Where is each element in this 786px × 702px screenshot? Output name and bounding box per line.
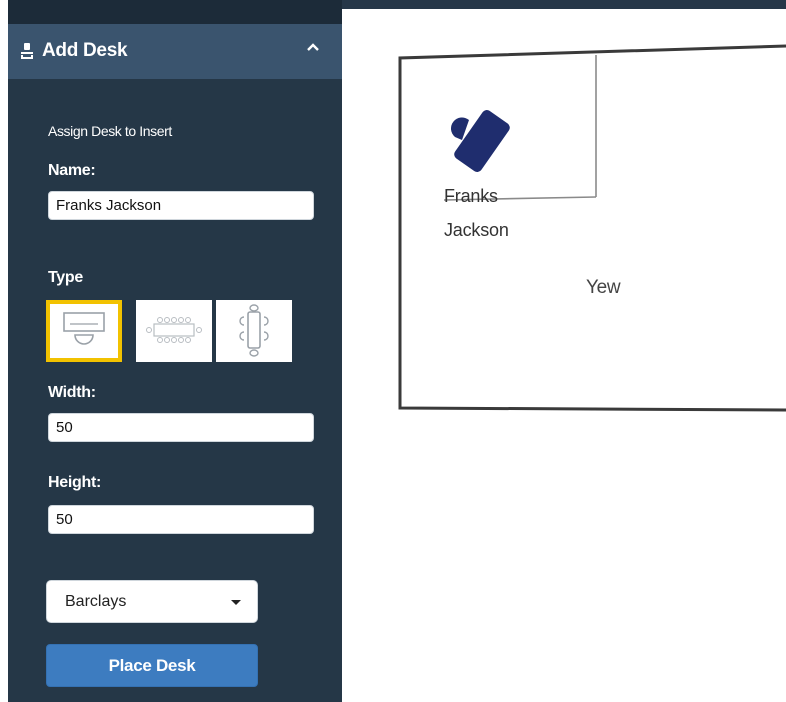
desk-label-line2: Jackson: [444, 220, 509, 240]
floorplan-drawing: [398, 44, 786, 412]
desk-label-line1: Franks: [444, 186, 498, 206]
desk-marker-icon[interactable]: [450, 108, 512, 174]
room-label: Yew: [586, 277, 621, 298]
